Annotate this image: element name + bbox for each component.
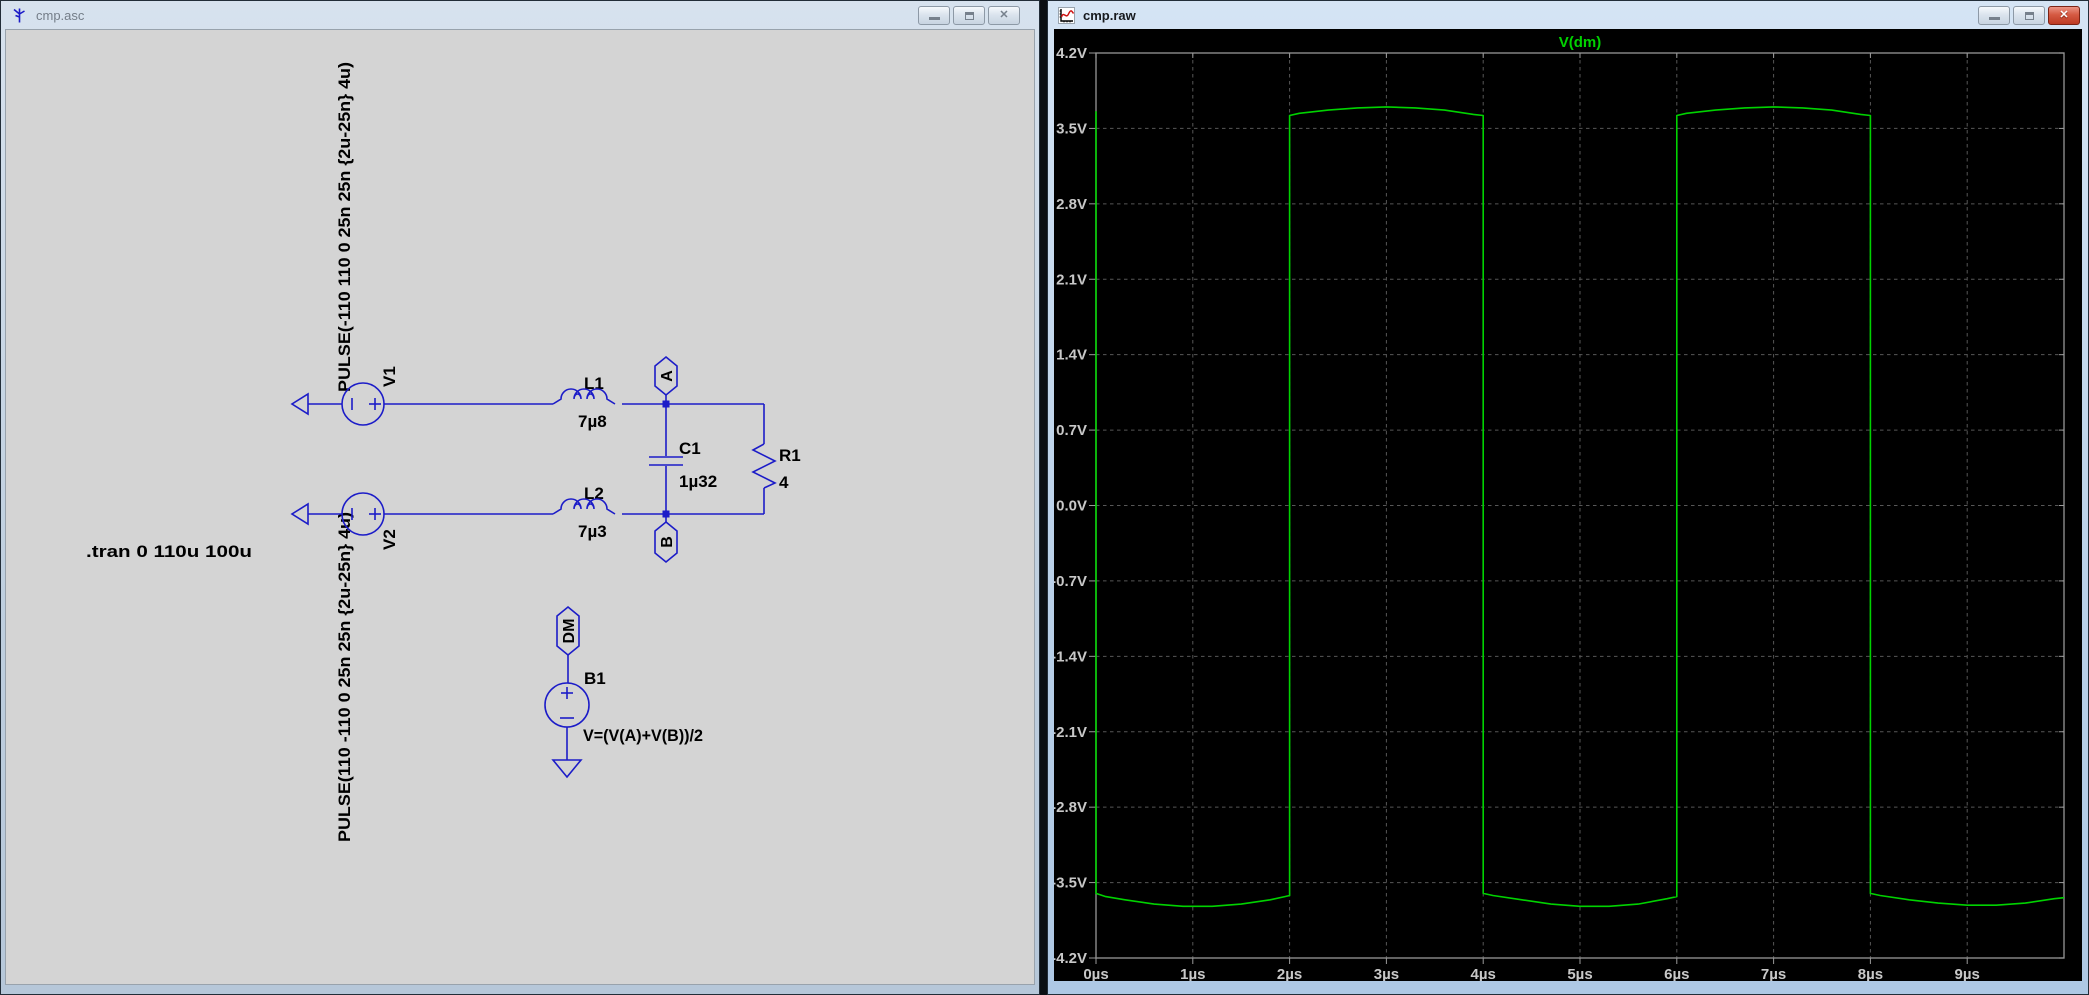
svg-text:2µs: 2µs <box>1277 966 1302 981</box>
v2-ground-icon[interactable] <box>290 502 309 526</box>
trace-label[interactable]: V(dm) <box>1559 34 1602 51</box>
close-button[interactable]: ✕ <box>2048 6 2080 25</box>
svg-text:4µs: 4µs <box>1471 966 1496 981</box>
v2-value[interactable]: PULSE(110 -110 0 25n 25n {2u-25n} 4u) <box>335 512 354 842</box>
waveform-icon <box>1058 6 1075 24</box>
minimize-button[interactable] <box>918 6 950 25</box>
restore-icon <box>964 11 974 20</box>
close-icon: ✕ <box>2059 9 2069 21</box>
svg-text:4.2V: 4.2V <box>1056 45 1087 62</box>
b1-value[interactable]: V=(V(A)+V(B))/2 <box>583 726 703 745</box>
minimize-icon <box>928 17 940 20</box>
v1-ground-icon[interactable] <box>290 392 309 416</box>
svg-text:9µs: 9µs <box>1955 966 1980 981</box>
svg-text:0µs: 0µs <box>1083 966 1108 981</box>
svg-text:1µs: 1µs <box>1180 966 1205 981</box>
v2-name[interactable]: V2 <box>380 529 399 550</box>
window-title: cmp.raw <box>1083 7 1136 23</box>
c1-value[interactable]: 1µ32 <box>679 472 717 491</box>
spice-directive[interactable]: .tran 0 110u 100u <box>86 542 252 561</box>
waveform-titlebar[interactable]: cmp.raw ✕ <box>1048 1 2088 29</box>
l2-inductor[interactable]: L2 7µ3 <box>552 484 666 541</box>
schematic-window: cmp.asc ✕ .tran 0 110u 100u PULSE(-110 1… <box>0 0 1040 995</box>
svg-text:2.1V: 2.1V <box>1056 271 1087 288</box>
v2-source[interactable]: PULSE(110 -110 0 25n 25n {2u-25n} 4u) V2 <box>290 492 553 842</box>
v1-source[interactable]: PULSE(-110 110 0 25n 25n {2u-25n} 4u) V1 <box>290 62 553 426</box>
minimize-button[interactable] <box>1978 6 2010 25</box>
svg-text:2.8V: 2.8V <box>1056 196 1087 213</box>
svg-text:0.0V: 0.0V <box>1056 498 1087 515</box>
flag-dm-label[interactable]: DM <box>561 619 578 644</box>
ltspice-schematic-icon <box>13 8 25 22</box>
r1-resistor[interactable]: R1 4 <box>666 404 801 515</box>
window-title: cmp.asc <box>36 7 85 23</box>
svg-text:3µs: 3µs <box>1374 966 1399 981</box>
v1-name[interactable]: V1 <box>380 366 399 387</box>
svg-text:5µs: 5µs <box>1567 966 1592 981</box>
svg-text:1.4V: 1.4V <box>1056 347 1087 364</box>
svg-text:-4.2V: -4.2V <box>1054 950 1087 967</box>
l1-value[interactable]: 7µ8 <box>578 412 607 431</box>
r1-zigzag <box>751 443 777 489</box>
svg-text:3.5V: 3.5V <box>1056 120 1087 137</box>
minimize-icon <box>1988 17 2000 20</box>
c1-capacitor[interactable]: C1 1µ32 <box>649 404 717 514</box>
svg-text:7µs: 7µs <box>1761 966 1786 981</box>
net-flag-b[interactable]: B <box>654 510 678 564</box>
svg-text:0.7V: 0.7V <box>1056 422 1087 439</box>
l2-value[interactable]: 7µ3 <box>578 522 607 541</box>
schematic-canvas[interactable]: .tran 0 110u 100u PULSE(-110 110 0 25n 2… <box>5 29 1035 985</box>
close-icon: ✕ <box>999 9 1009 21</box>
c1-name[interactable]: C1 <box>679 439 701 458</box>
svg-text:-3.5V: -3.5V <box>1054 875 1087 892</box>
v1-value[interactable]: PULSE(-110 110 0 25n 25n {2u-25n} 4u) <box>335 62 354 392</box>
svg-text:-0.7V: -0.7V <box>1054 573 1087 590</box>
restore-button[interactable] <box>953 6 985 25</box>
svg-text:-2.8V: -2.8V <box>1054 799 1087 816</box>
net-flag-a[interactable]: A <box>654 355 678 408</box>
close-button[interactable]: ✕ <box>988 6 1020 25</box>
flag-b-label[interactable]: B <box>659 536 676 548</box>
schematic-drawing: .tran 0 110u 100u PULSE(-110 110 0 25n 2… <box>86 62 801 842</box>
waveform-window: cmp.raw ✕ 0µs 1µs 2µs 3µs 4µs 5µs 6µs 7µs 8µs 9µs… <box>1047 0 2089 995</box>
waveform-plot-area[interactable]: 0µs 1µs 2µs 3µs 4µs 5µs 6µs 7µs 8µs 9µs 4.2V 3.5V 2.… <box>1054 29 2082 981</box>
schematic-titlebar[interactable]: cmp.asc ✕ <box>1 1 1039 29</box>
svg-text:8µs: 8µs <box>1858 966 1883 981</box>
b1-ground-icon[interactable] <box>551 759 583 779</box>
svg-text:-2.1V: -2.1V <box>1054 724 1087 741</box>
b1-name[interactable]: B1 <box>584 669 606 688</box>
svg-text:6µs: 6µs <box>1664 966 1689 981</box>
svg-text:-1.4V: -1.4V <box>1054 648 1087 665</box>
r1-value[interactable]: 4 <box>779 473 789 492</box>
r1-name[interactable]: R1 <box>779 446 801 465</box>
plot-generated-content: 0µs 1µs 2µs 3µs 4µs 5µs 6µs 7µs 8µs 9µs 4.2V 3.5V 2.… <box>1054 45 2065 981</box>
restore-icon <box>2024 11 2034 20</box>
flag-a-label[interactable]: A <box>659 370 676 382</box>
b1-source[interactable]: DM B1 V=(V(A)+V(B))/2 <box>544 605 703 779</box>
waveform-plot: 0µs 1µs 2µs 3µs 4µs 5µs 6µs 7µs 8µs 9µs 4.2V 3.5V 2.… <box>1054 34 2065 981</box>
restore-button[interactable] <box>2013 6 2045 25</box>
